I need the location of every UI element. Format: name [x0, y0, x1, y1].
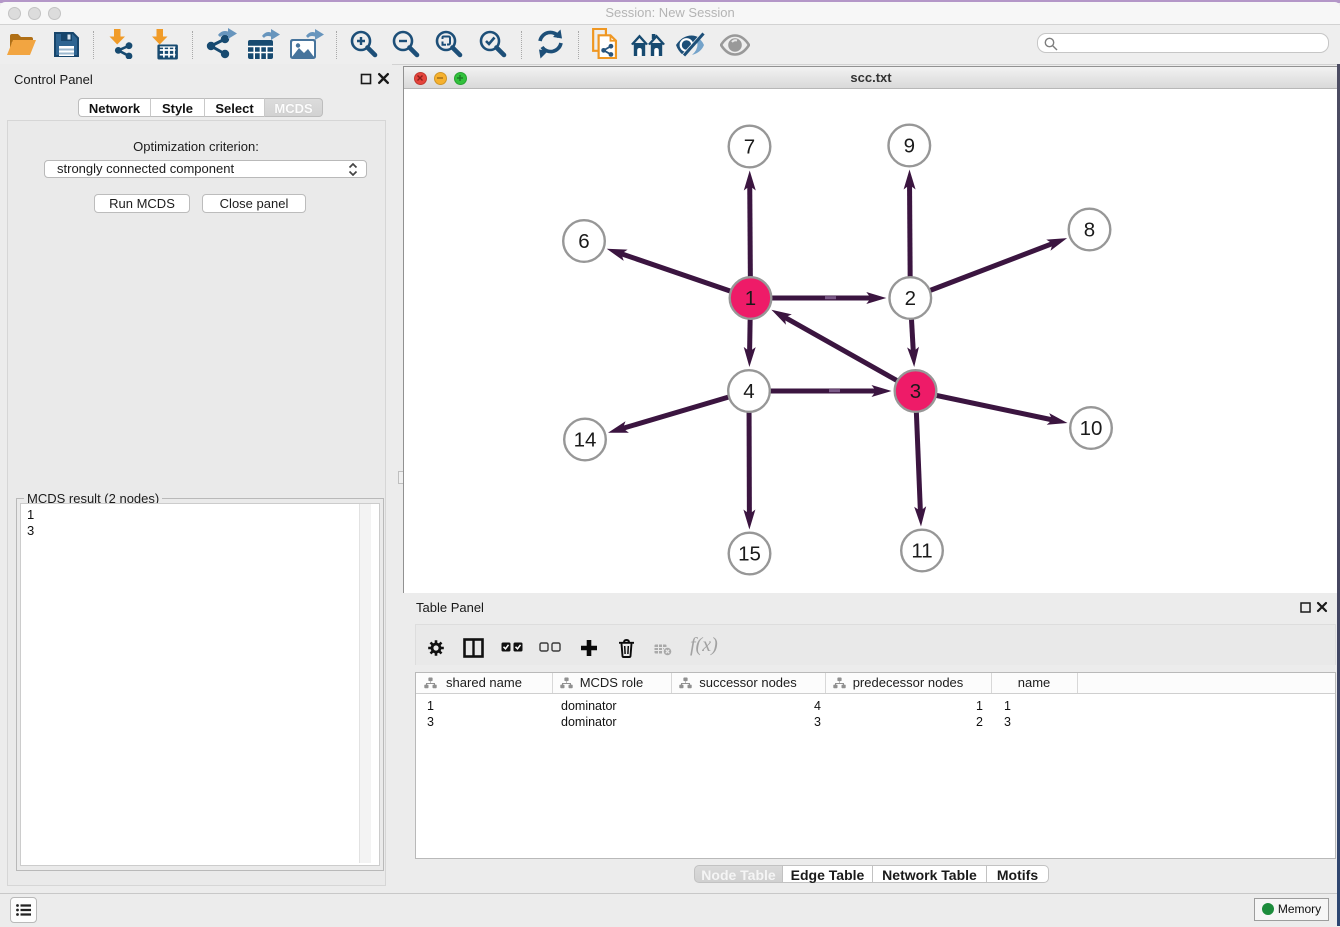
svg-text:11: 11 [911, 540, 932, 563]
svg-text:14: 14 [574, 429, 597, 452]
svg-text:15: 15 [738, 543, 761, 566]
svg-text:10: 10 [1080, 417, 1103, 440]
svg-text:3: 3 [910, 380, 921, 403]
svg-text:6: 6 [578, 230, 589, 253]
svg-text:9: 9 [904, 135, 915, 158]
svg-text:8: 8 [1084, 219, 1095, 242]
svg-text:7: 7 [744, 136, 755, 159]
svg-text:2: 2 [905, 287, 916, 310]
svg-text:4: 4 [743, 380, 754, 403]
svg-text:1: 1 [745, 287, 756, 310]
